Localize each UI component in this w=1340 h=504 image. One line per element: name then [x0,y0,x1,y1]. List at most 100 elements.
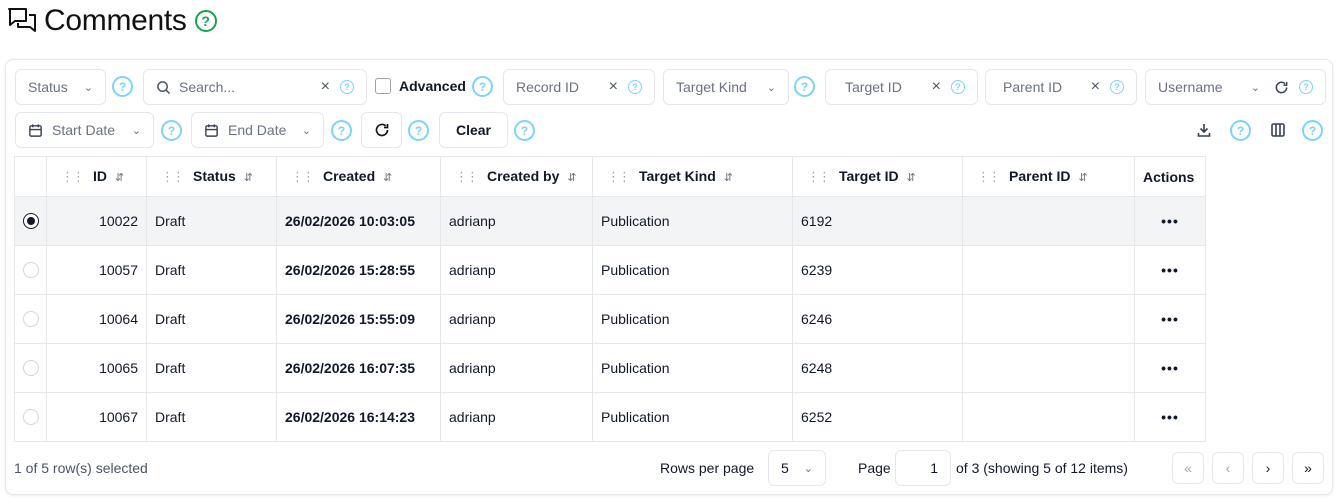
chevron-down-icon: ⌄ [766,81,776,94]
search-placeholder: Search... [179,79,236,95]
row-actions-icon[interactable]: ••• [1134,294,1206,344]
column-header-status[interactable]: ⋮⋮ Status ⇵ [146,156,277,197]
chevron-down-icon: ⌄ [301,124,311,137]
refresh-button[interactable] [361,112,402,148]
drag-handle-icon[interactable]: ⋮⋮ [161,169,185,184]
download-icon[interactable] [1194,120,1214,140]
start-date-picker[interactable]: Start Date ⌄ [15,112,154,148]
sort-icon[interactable]: ⇵ [383,172,392,184]
clear-help-icon[interactable]: ? [514,120,535,141]
refresh-help-icon[interactable]: ? [408,120,429,141]
column-header-created[interactable]: ⋮⋮ Created ⇵ [276,156,441,197]
row-actions-icon[interactable]: ••• [1134,245,1206,295]
drag-handle-icon[interactable]: ⋮⋮ [291,169,315,184]
columns-help-icon[interactable]: ? [1302,120,1323,141]
target-id-field[interactable]: Target ID × ? [825,69,978,105]
row-select-radio[interactable] [23,262,39,278]
clear-parent-id-icon[interactable]: × [1091,78,1100,96]
last-page-button[interactable]: » [1292,452,1324,484]
row-select-radio[interactable] [23,213,39,229]
target-id-help-icon[interactable]: ? [951,80,965,94]
row-actions-icon[interactable]: ••• [1134,196,1206,246]
search-input[interactable]: Search... × ? [143,69,367,105]
first-page-button[interactable]: « [1172,452,1204,484]
table-row[interactable]: 10067 Draft 26/02/2026 16:14:23 adrianp … [14,392,1206,442]
cell-target-id: 6246 [792,294,963,344]
target-id-placeholder: Target ID [845,79,902,95]
refresh-icon [375,123,388,137]
cell-status: Draft [146,392,277,442]
row-select-radio[interactable] [23,311,39,327]
row-select-radio[interactable] [23,409,39,425]
columns-icon[interactable] [1268,120,1288,140]
row-actions-icon[interactable]: ••• [1134,343,1206,393]
status-help-icon[interactable]: ? [112,76,133,97]
drag-handle-icon[interactable]: ⋮⋮ [807,169,831,184]
cell-id: 10064 [46,294,147,344]
table-row[interactable]: 10064 Draft 26/02/2026 15:55:09 adrianp … [14,294,1206,344]
status-select[interactable]: Status ⌄ [15,69,106,105]
clear-search-icon[interactable]: × [321,78,330,96]
column-header-id[interactable]: ⋮⋮ ID ⇵ [46,156,147,197]
cell-created: 26/02/2026 10:03:05 [276,196,441,246]
cell-created-by: adrianp [440,392,593,442]
search-help-icon[interactable]: ? [340,80,354,94]
page-header: Comments ? [6,4,217,38]
next-page-button[interactable]: › [1252,452,1284,484]
username-help-icon[interactable]: ? [1299,80,1313,94]
drag-handle-icon[interactable]: ⋮⋮ [61,169,85,184]
parent-id-field[interactable]: Parent ID × ? [985,69,1137,105]
drag-handle-icon[interactable]: ⋮⋮ [455,169,479,184]
sort-icon[interactable]: ⇵ [567,172,576,184]
sort-icon[interactable]: ⇵ [1078,172,1087,184]
column-header-actions: Actions [1134,156,1206,197]
cell-target-id: 6192 [792,196,963,246]
previous-page-button[interactable]: ‹ [1212,452,1244,484]
cell-id: 10022 [46,196,147,246]
cell-target-kind: Publication [592,196,793,246]
advanced-help-icon[interactable]: ? [472,76,493,97]
sort-icon[interactable]: ⇵ [115,172,124,184]
target-kind-select[interactable]: Target Kind ⌄ [663,69,789,105]
table-row[interactable]: 10022 Draft 26/02/2026 10:03:05 adrianp … [14,196,1206,246]
target-kind-label: Target Kind [676,79,747,95]
sort-icon[interactable]: ⇵ [724,172,733,184]
table-row[interactable]: 10065 Draft 26/02/2026 16:07:35 adrianp … [14,343,1206,393]
username-select[interactable]: Username ⌄ ? [1145,69,1326,105]
end-date-picker[interactable]: End Date ⌄ [191,112,324,148]
cell-created: 26/02/2026 16:14:23 [276,392,441,442]
drag-handle-icon[interactable]: ⋮⋮ [977,169,1001,184]
clear-button[interactable]: Clear [439,112,508,148]
title-help-icon[interactable]: ? [194,10,217,32]
clear-target-id-icon[interactable]: × [932,78,941,96]
row-select-radio[interactable] [23,360,39,376]
chevron-down-icon: ⌄ [83,81,93,94]
table-row[interactable]: 10057 Draft 26/02/2026 15:28:55 adrianp … [14,245,1206,295]
cell-status: Draft [146,343,277,393]
column-header-parent-id[interactable]: ⋮⋮ Parent ID ⇵ [962,156,1135,197]
search-icon [157,80,171,94]
advanced-checkbox[interactable] [375,78,391,94]
table-header-row: ⋮⋮ ID ⇵ ⋮⋮ Status ⇵ ⋮⋮ Created ⇵ ⋮⋮ Created by ⇵… [14,156,1206,197]
row-actions-icon[interactable]: ••• [1134,392,1206,442]
sort-icon[interactable]: ⇵ [244,172,253,184]
drag-handle-icon[interactable]: ⋮⋮ [607,169,631,184]
parent-id-help-icon[interactable]: ? [1110,80,1124,94]
refresh-icon[interactable] [1274,80,1289,95]
sort-icon[interactable]: ⇵ [907,172,916,184]
clear-record-id-icon[interactable]: × [609,78,618,96]
record-id-help-icon[interactable]: ? [628,80,642,94]
start-date-help-icon[interactable]: ? [161,120,182,141]
column-header-target-kind[interactable]: ⋮⋮ Target Kind ⇵ [592,156,793,197]
download-help-icon[interactable]: ? [1230,120,1251,141]
rows-per-page-select[interactable]: 5 ⌄ [768,450,826,486]
target-kind-help-icon[interactable]: ? [794,76,815,97]
column-header-target-id[interactable]: ⋮⋮ Target ID ⇵ [792,156,963,197]
column-header-created-by[interactable]: ⋮⋮ Created by ⇵ [440,156,593,197]
chevron-down-icon: ⌄ [803,462,813,475]
record-id-field[interactable]: Record ID × ? [503,69,655,105]
page-number-input[interactable]: 1 [895,450,951,486]
page-info: of 3 (showing 5 of 12 items) [956,460,1128,476]
end-date-help-icon[interactable]: ? [331,120,352,141]
cell-status: Draft [146,294,277,344]
